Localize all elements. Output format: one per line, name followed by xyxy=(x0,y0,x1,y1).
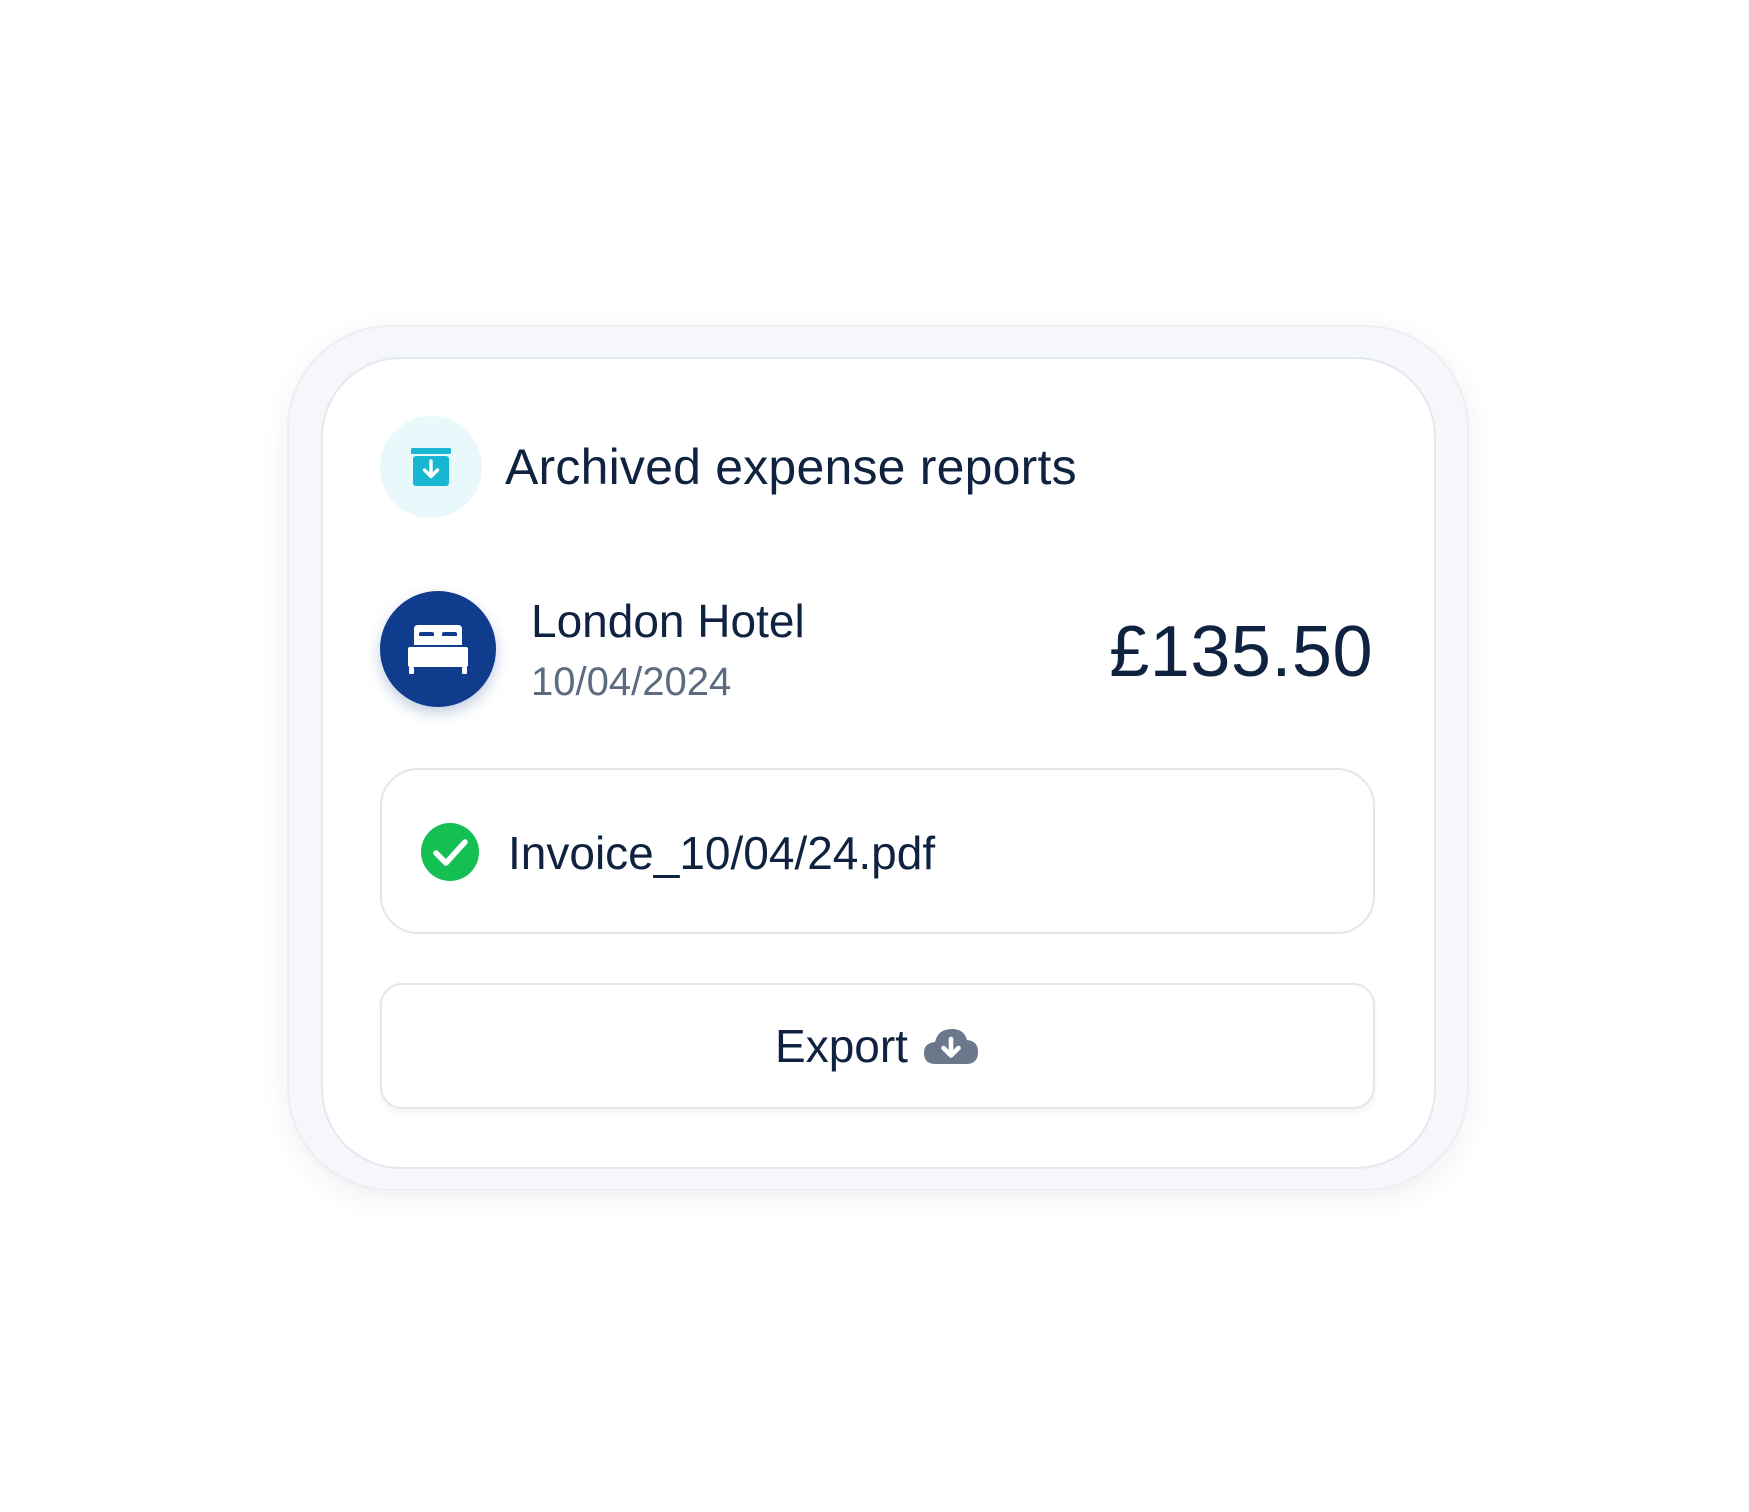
expense-date: 10/04/2024 xyxy=(531,660,732,704)
bed-icon xyxy=(408,625,468,674)
cloud-download-icon xyxy=(923,1029,978,1064)
expense-amount: £135.50 xyxy=(1109,612,1373,692)
attachment-file-name[interactable]: Invoice_10/04/24.pdf xyxy=(508,826,935,880)
page-title: Archived expense reports xyxy=(505,439,1077,495)
archive-icon-badge xyxy=(380,416,482,518)
stage: Archived expense reports London Hotel 10… xyxy=(0,0,1749,1512)
export-button-label: Export xyxy=(775,1020,908,1072)
check-circle-icon xyxy=(421,823,479,881)
category-avatar xyxy=(380,591,496,707)
archive-download-icon xyxy=(411,448,451,486)
merchant-name: London Hotel xyxy=(531,595,805,647)
export-button[interactable]: Export xyxy=(380,983,1375,1109)
